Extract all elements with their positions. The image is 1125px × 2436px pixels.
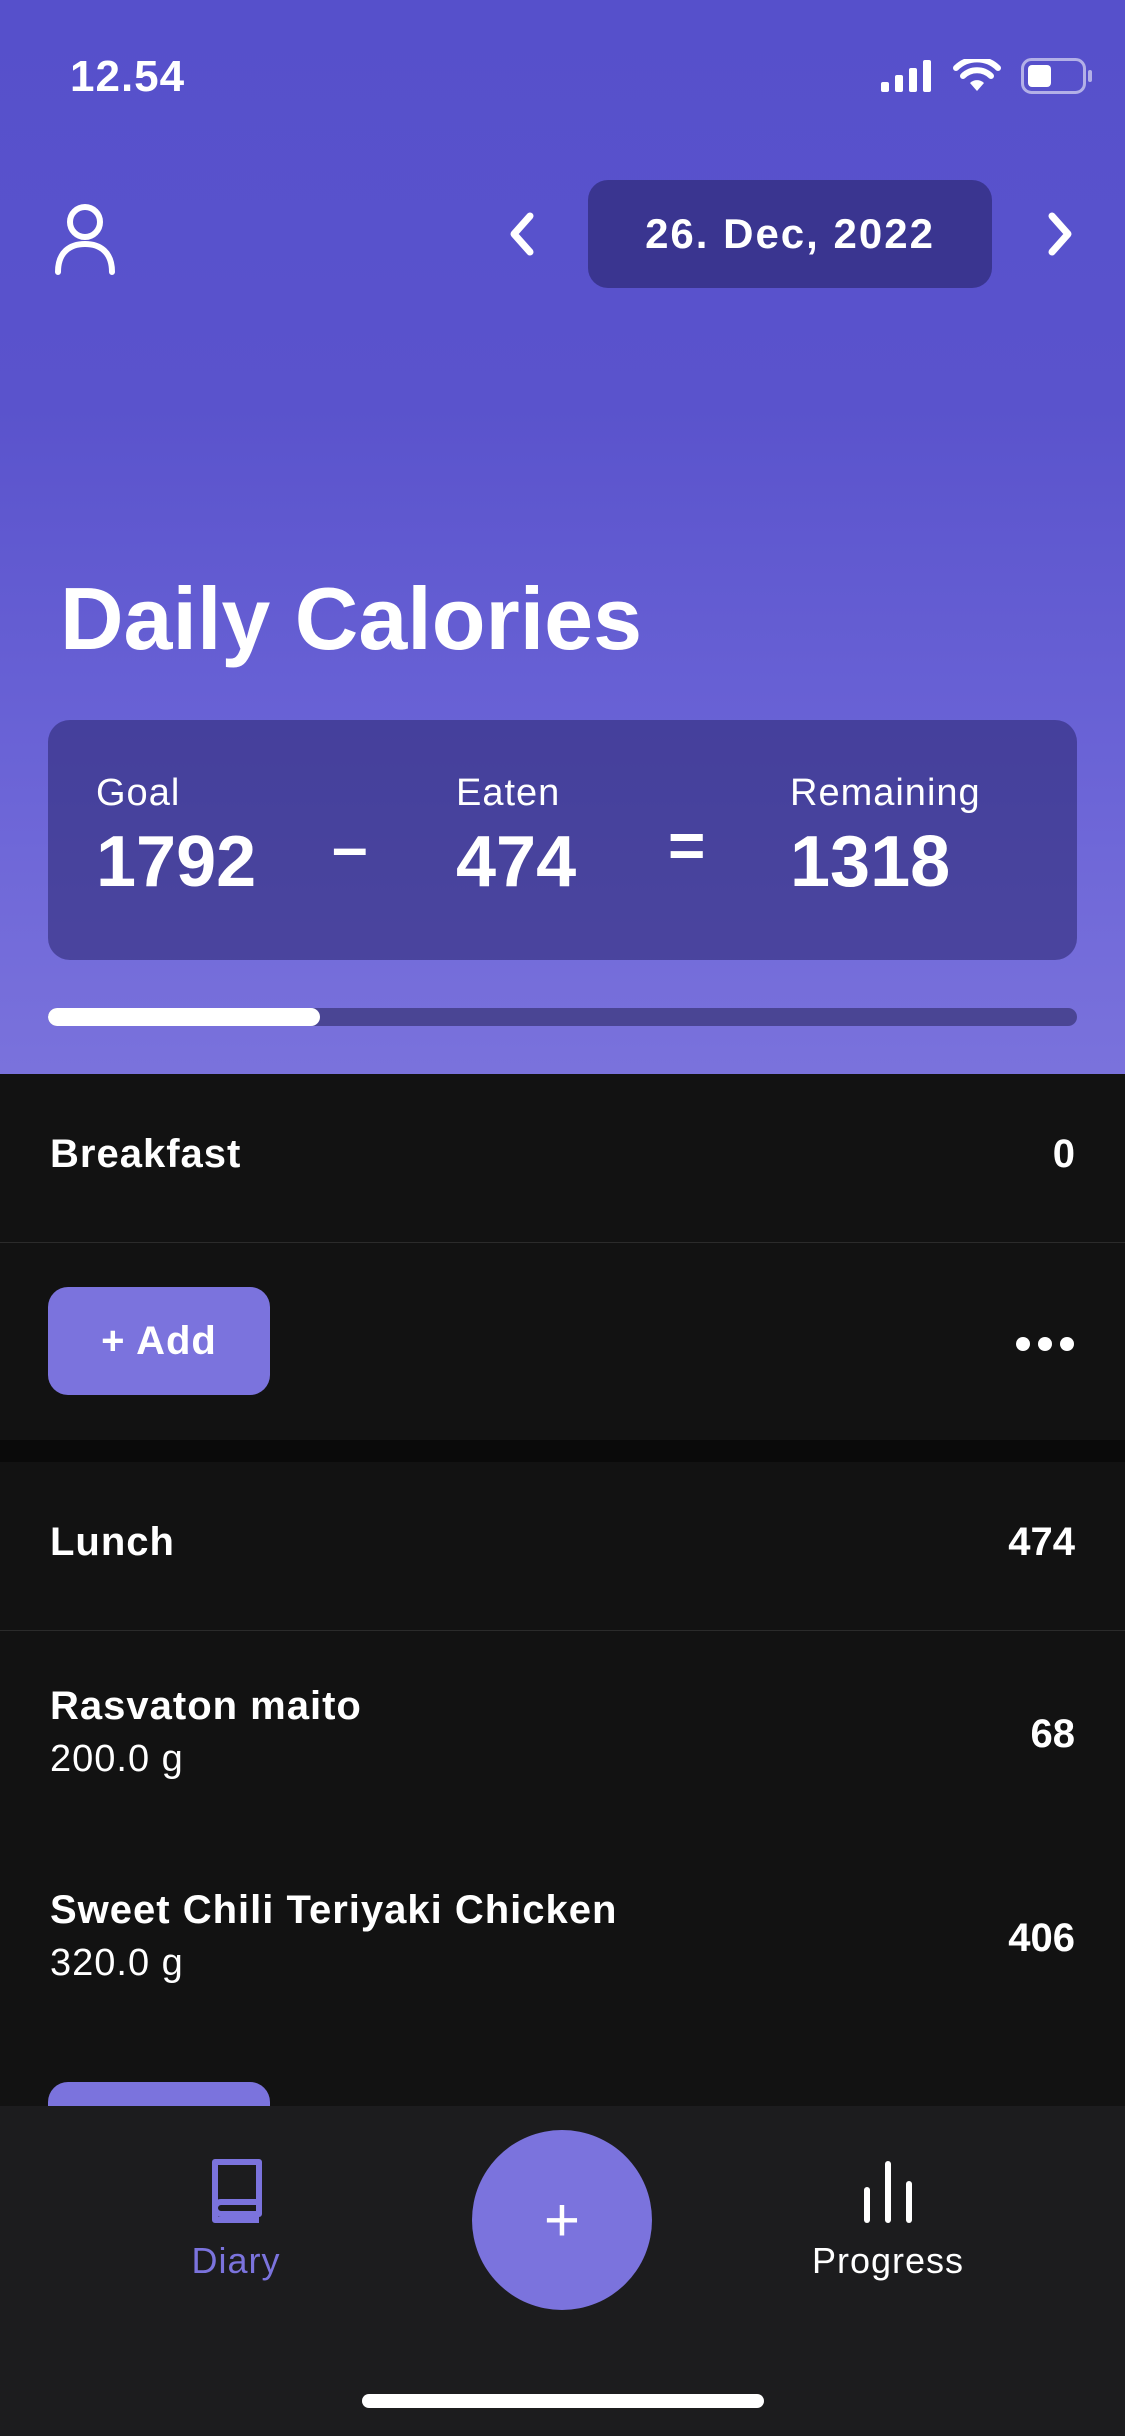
breakfast-total: 0 bbox=[1052, 1132, 1075, 1176]
chevron-right-icon[interactable] bbox=[1040, 210, 1080, 258]
hero-header: 12.54 26. Dec, 2022 Daily Calories Goal … bbox=[0, 0, 1125, 1074]
page-title: Daily Calories bbox=[60, 569, 643, 668]
calorie-summary-card: Goal 1792 – Eaten 474 = Remaining 1318 bbox=[48, 720, 1077, 960]
goal-label: Goal bbox=[96, 772, 181, 814]
eaten-label: Eaten bbox=[456, 772, 561, 814]
cellular-signal-icon bbox=[881, 60, 931, 92]
date-label: 26. Dec, 2022 bbox=[645, 210, 935, 257]
lunch-total: 474 bbox=[1008, 1520, 1075, 1564]
breakfast-add-button[interactable]: + Add bbox=[48, 1287, 270, 1395]
remaining-value: 1318 bbox=[790, 822, 951, 902]
food-amount: 200.0 g bbox=[50, 1738, 184, 1780]
remaining-label: Remaining bbox=[790, 772, 981, 814]
food-name: Rasvaton maito bbox=[50, 1684, 362, 1728]
lunch-title: Lunch bbox=[50, 1520, 175, 1564]
tab-progress-label: Progress bbox=[811, 2240, 965, 2281]
section-divider bbox=[0, 1440, 1125, 1462]
tab-progress[interactable]: Progress bbox=[778, 2156, 998, 2282]
calorie-progress-fill bbox=[48, 1008, 320, 1026]
home-indicator bbox=[362, 2394, 764, 2408]
food-item[interactable]: Rasvaton maito 200.0 g 68 bbox=[0, 1632, 1125, 1832]
food-calories: 68 bbox=[1030, 1712, 1076, 1756]
tab-diary[interactable]: Diary bbox=[126, 2156, 346, 2282]
bar-chart-icon bbox=[864, 2161, 912, 2223]
food-name: Sweet Chili Teriyaki Chicken bbox=[50, 1888, 618, 1932]
equals-sign: = bbox=[668, 809, 706, 881]
breakfast-header[interactable]: Breakfast 0 bbox=[0, 1074, 1125, 1243]
battery-icon bbox=[1021, 58, 1092, 94]
more-horizontal-icon[interactable] bbox=[1015, 1324, 1075, 1364]
person-icon[interactable] bbox=[52, 200, 118, 276]
remaining-stat: Remaining 1318 bbox=[790, 772, 981, 903]
breakfast-title: Breakfast bbox=[50, 1132, 242, 1176]
diary-screen: 12.54 26. Dec, 2022 Daily Calories Goal … bbox=[0, 0, 1125, 2436]
lunch-header[interactable]: Lunch 474 bbox=[0, 1462, 1125, 1631]
add-food-fab[interactable]: + bbox=[472, 2130, 652, 2310]
food-amount: 320.0 g bbox=[50, 1942, 184, 1984]
eaten-stat: Eaten 474 bbox=[456, 772, 576, 903]
food-calories: 406 bbox=[1008, 1916, 1075, 1960]
eaten-value: 474 bbox=[456, 822, 577, 902]
status-icons bbox=[881, 58, 1093, 94]
status-time: 12.54 bbox=[70, 52, 186, 101]
chevron-left-icon[interactable] bbox=[502, 210, 542, 258]
minus-sign: – bbox=[332, 811, 368, 883]
calorie-progress-bar bbox=[48, 1008, 1077, 1026]
wifi-icon bbox=[953, 59, 1001, 91]
goal-value: 1792 bbox=[96, 822, 257, 902]
goal-stat: Goal 1792 bbox=[96, 772, 256, 903]
food-item[interactable]: Sweet Chili Teriyaki Chicken 320.0 g 406 bbox=[0, 1836, 1125, 2036]
date-selector[interactable]: 26. Dec, 2022 bbox=[588, 180, 992, 288]
book-icon bbox=[212, 2159, 262, 2223]
tab-diary-label: Diary bbox=[191, 2240, 281, 2281]
